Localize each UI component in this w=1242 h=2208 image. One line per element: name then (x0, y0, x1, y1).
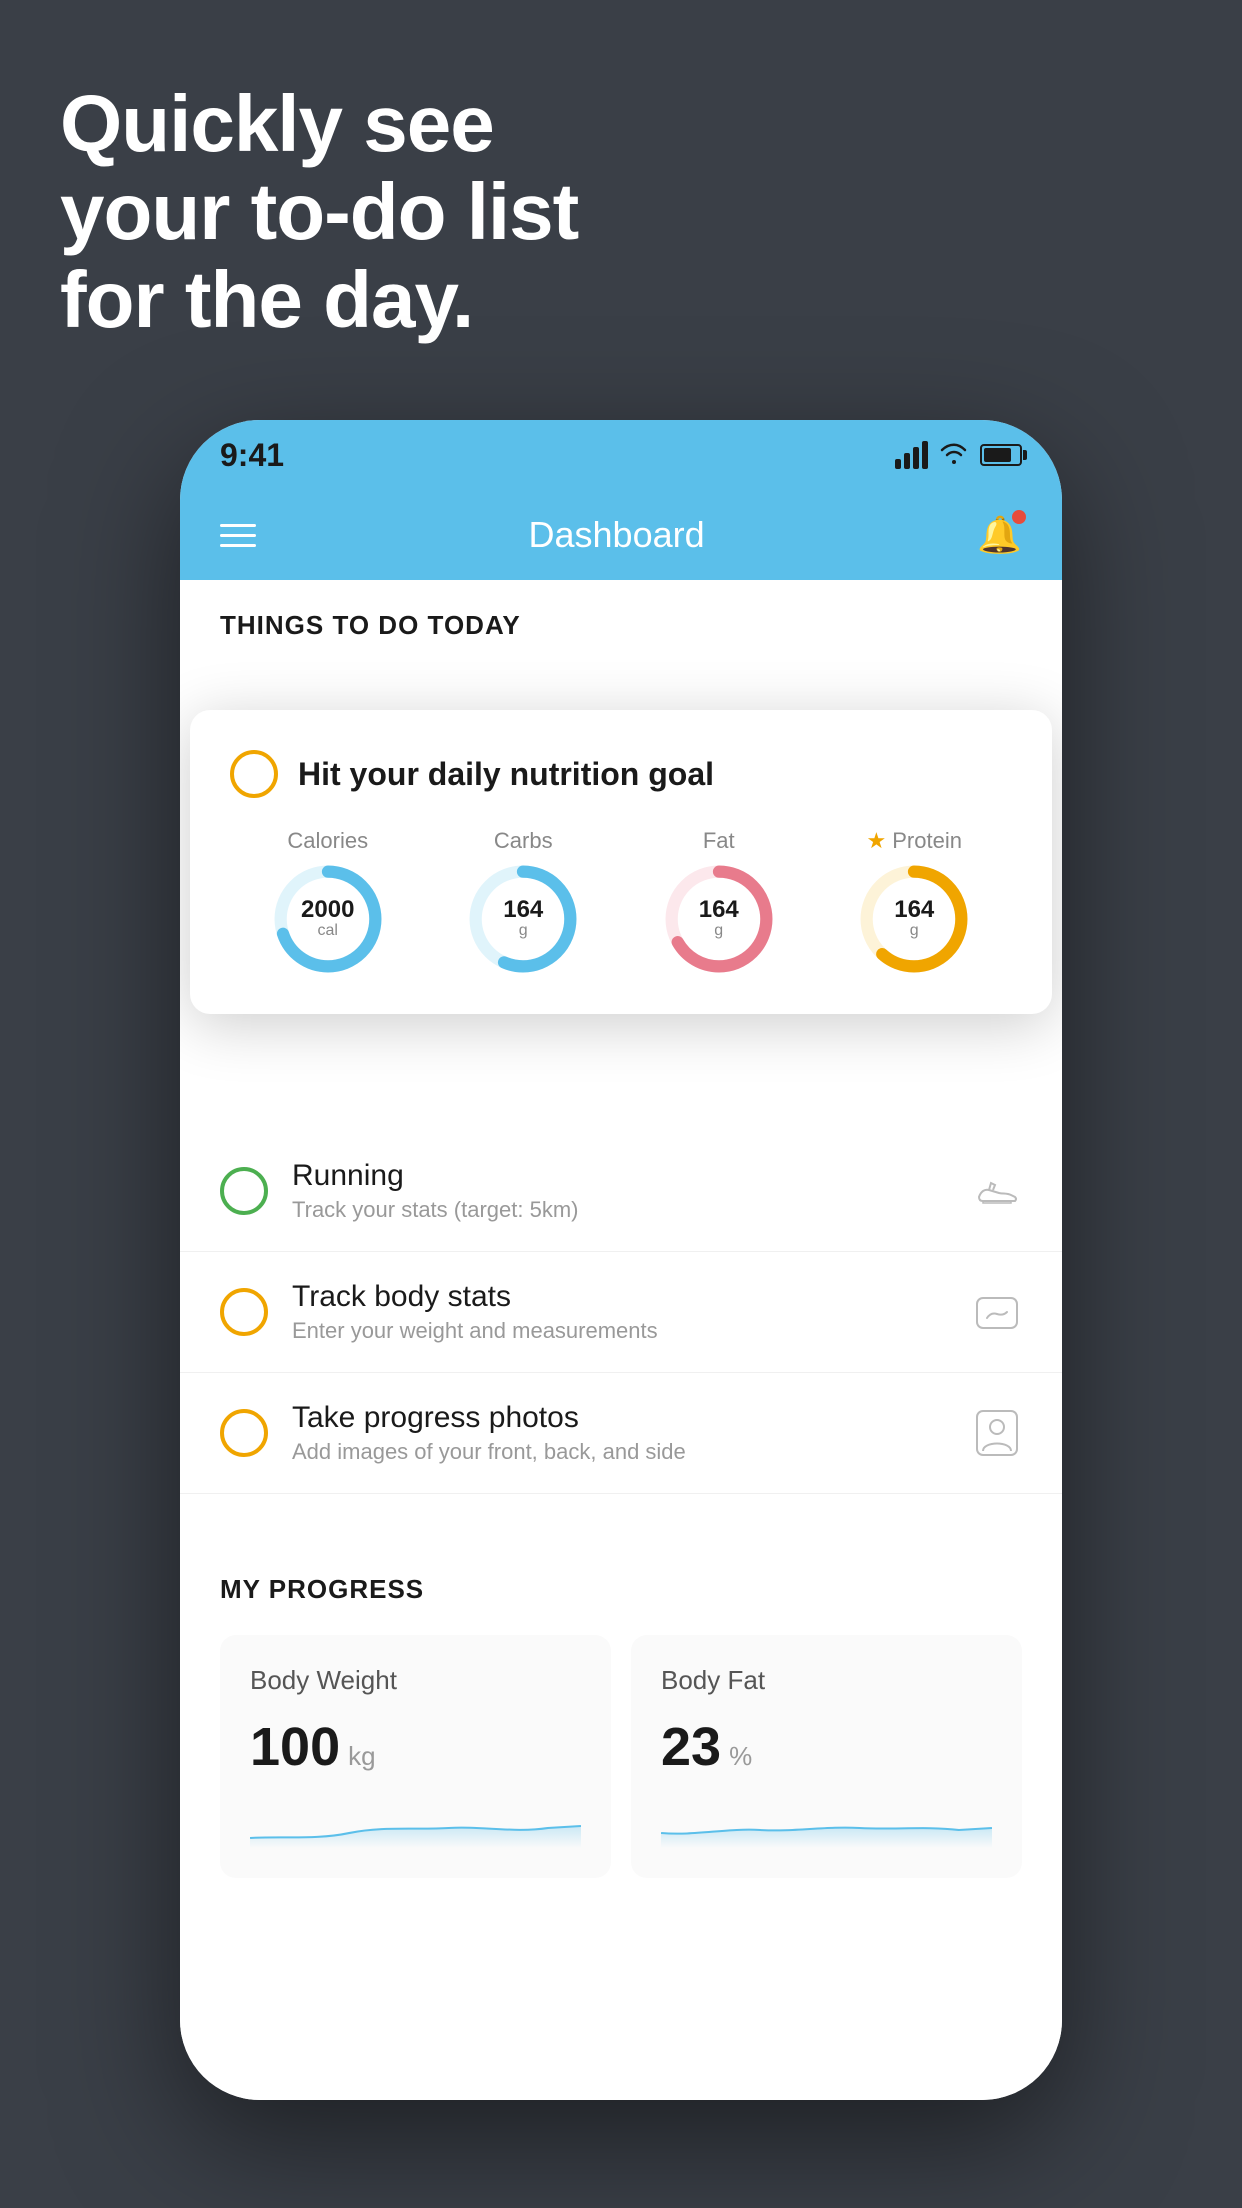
fat-label: Fat (703, 828, 735, 854)
body-stats-check-circle[interactable] (220, 1288, 268, 1336)
fat-unit: g (699, 922, 739, 940)
body-fat-value: 23 (661, 1716, 721, 1778)
todo-item-running[interactable]: Running Track your stats (target: 5km) (180, 1131, 1062, 1252)
body-weight-unit: kg (348, 1741, 375, 1772)
notification-badge (1012, 510, 1026, 524)
nutrition-card-title: Hit your daily nutrition goal (298, 756, 714, 793)
body-stats-title: Track body stats (292, 1280, 948, 1314)
todo-list: Running Track your stats (target: 5km) T… (180, 1131, 1062, 1494)
body-weight-card[interactable]: Body Weight 100 kg (220, 1635, 611, 1878)
signal-icon (895, 441, 928, 469)
shoe-icon (972, 1166, 1022, 1216)
status-time: 9:41 (220, 437, 284, 474)
carbs-donut: 164 g (468, 864, 578, 974)
todo-item-photos[interactable]: Take progress photos Add images of your … (180, 1373, 1062, 1494)
star-icon: ★ (867, 828, 887, 854)
photos-title: Take progress photos (292, 1401, 948, 1435)
progress-section: MY PROGRESS Body Weight 100 kg (180, 1534, 1062, 1918)
running-title: Running (292, 1159, 948, 1193)
body-fat-card-title: Body Fat (661, 1665, 992, 1696)
protein-unit: g (894, 922, 934, 940)
calories-donut: 2000 cal (273, 864, 383, 974)
body-weight-value: 100 (250, 1716, 340, 1778)
carbs-unit: g (503, 922, 543, 940)
body-weight-card-title: Body Weight (250, 1665, 581, 1696)
progress-section-title: MY PROGRESS (220, 1574, 1022, 1605)
body-weight-chart (250, 1798, 581, 1848)
things-section-title: THINGS TO DO TODAY (180, 580, 1062, 651)
header-title: Dashboard (529, 514, 705, 556)
carbs-label: Carbs (494, 828, 553, 854)
nutrition-check-circle[interactable] (230, 750, 278, 798)
photos-check-circle[interactable] (220, 1409, 268, 1457)
body-fat-value-row: 23 % (661, 1716, 992, 1778)
running-subtitle: Track your stats (target: 5km) (292, 1197, 948, 1223)
battery-icon (980, 444, 1022, 466)
fat-value: 164 (699, 898, 739, 922)
running-check-circle[interactable] (220, 1167, 268, 1215)
nutrition-protein: ★ Protein 164 g (859, 828, 969, 974)
progress-cards: Body Weight 100 kg (220, 1635, 1022, 1878)
todo-item-body-stats[interactable]: Track body stats Enter your weight and m… (180, 1252, 1062, 1373)
body-fat-card[interactable]: Body Fat 23 % (631, 1635, 1022, 1878)
phone-frame: 9:41 Dashboard 🔔 (180, 420, 1062, 2100)
menu-button[interactable] (220, 524, 256, 547)
person-icon (972, 1408, 1022, 1458)
photos-text: Take progress photos Add images of your … (292, 1401, 948, 1465)
content-wrapper: THINGS TO DO TODAY Hit your daily nutrit… (180, 580, 1062, 2100)
body-stats-text: Track body stats Enter your weight and m… (292, 1280, 948, 1344)
nutrition-card: Hit your daily nutrition goal Calories 2… (190, 710, 1052, 1014)
nutrition-fat: Fat 164 g (664, 828, 774, 974)
nutrition-carbs: Carbs 164 g (468, 828, 578, 974)
scale-icon (972, 1287, 1022, 1337)
calories-label: Calories (287, 828, 368, 854)
body-weight-value-row: 100 kg (250, 1716, 581, 1778)
running-text: Running Track your stats (target: 5km) (292, 1159, 948, 1223)
calories-unit: cal (301, 922, 354, 940)
nutrition-calories: Calories 2000 cal (273, 828, 383, 974)
app-header: Dashboard 🔔 (180, 490, 1062, 580)
fat-donut: 164 g (664, 864, 774, 974)
notification-bell-button[interactable]: 🔔 (977, 514, 1022, 556)
protein-donut: 164 g (859, 864, 969, 974)
protein-label: ★ Protein (867, 828, 962, 854)
body-stats-subtitle: Enter your weight and measurements (292, 1318, 948, 1344)
body-fat-chart (661, 1798, 992, 1848)
headline: Quickly see your to-do list for the day. (60, 80, 578, 344)
status-icons (895, 440, 1022, 471)
carbs-value: 164 (503, 898, 543, 922)
calories-value: 2000 (301, 898, 354, 922)
wifi-icon (940, 440, 968, 471)
status-bar: 9:41 (180, 420, 1062, 490)
nutrition-row: Calories 2000 cal Carbs (230, 828, 1012, 974)
body-fat-unit: % (729, 1741, 752, 1772)
protein-value: 164 (894, 898, 934, 922)
photos-subtitle: Add images of your front, back, and side (292, 1439, 948, 1465)
